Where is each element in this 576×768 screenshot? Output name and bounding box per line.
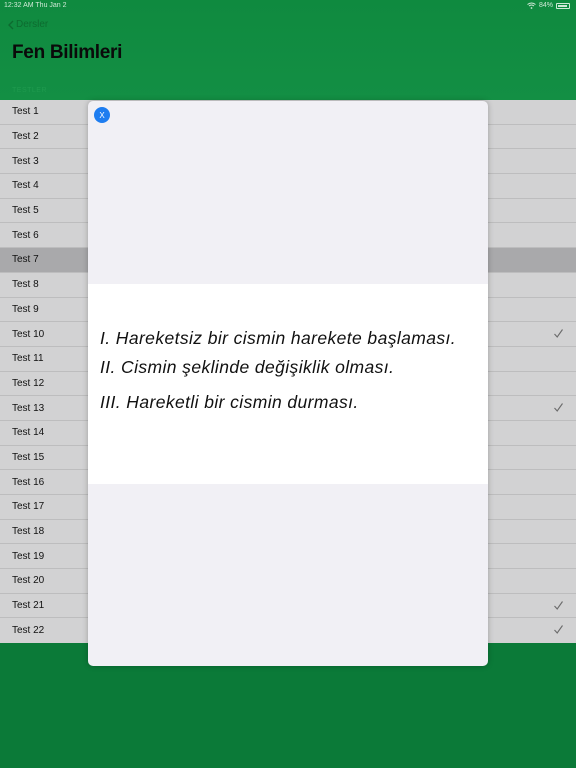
test-label: Test 14 (12, 427, 45, 439)
test-label: Test 5 (12, 205, 39, 217)
checkmark-icon (554, 600, 563, 610)
test-label: Test 22 (12, 625, 45, 637)
navigation-header: Dersler Fen Bilimleri TESTLER (0, 0, 576, 100)
test-label: Test 17 (12, 501, 45, 513)
checkmark-icon (554, 625, 563, 635)
test-label: Test 4 (12, 180, 39, 192)
checkmark-icon (554, 403, 563, 413)
test-label: Test 3 (12, 155, 39, 167)
test-label: Test 20 (12, 575, 45, 587)
back-button[interactable]: Dersler (8, 19, 48, 30)
question-line-3: III. Hareketli bir cismin durması. (100, 392, 359, 412)
page-title: Fen Bilimleri (12, 42, 123, 63)
test-label: Test 6 (12, 229, 39, 241)
battery-icon (556, 2, 570, 9)
section-label: TESTLER (12, 87, 48, 94)
close-label: X (99, 110, 105, 120)
chevron-left-icon (8, 20, 14, 29)
test-label: Test 9 (12, 303, 39, 315)
back-label: Dersler (16, 19, 49, 30)
question-line-1: I. Hareketsiz bir cismin harekete başlam… (100, 328, 457, 348)
test-label: Test 16 (12, 476, 45, 488)
test-label: Test 15 (12, 451, 45, 463)
question-line-2: II. Cismin şeklinde değişiklik olması. (100, 357, 395, 377)
test-label: Test 13 (12, 402, 45, 414)
test-label: Test 18 (12, 526, 45, 538)
test-label: Test 7 (12, 254, 39, 266)
test-label: Test 10 (12, 328, 45, 340)
test-label: Test 8 (12, 279, 39, 291)
checkmark-icon (554, 329, 563, 339)
test-label: Test 19 (12, 550, 45, 562)
test-label: Test 1 (12, 106, 39, 118)
status-time: 12:32 AM Thu Jan 2 (4, 2, 67, 9)
question-modal: X I. Hareketsiz bir cismin harekete başl… (88, 101, 488, 666)
battery-percent: 84% (538, 2, 553, 9)
test-label: Test 12 (12, 377, 45, 389)
status-bar: 12:32 AM Thu Jan 2 84% (0, 0, 576, 12)
wifi-icon (527, 2, 536, 9)
test-label: Test 2 (12, 131, 39, 143)
test-label: Test 21 (12, 600, 45, 612)
test-label: Test 11 (12, 353, 44, 365)
question-image: I. Hareketsiz bir cismin harekete başlam… (88, 284, 488, 484)
close-button[interactable]: X (94, 107, 110, 123)
